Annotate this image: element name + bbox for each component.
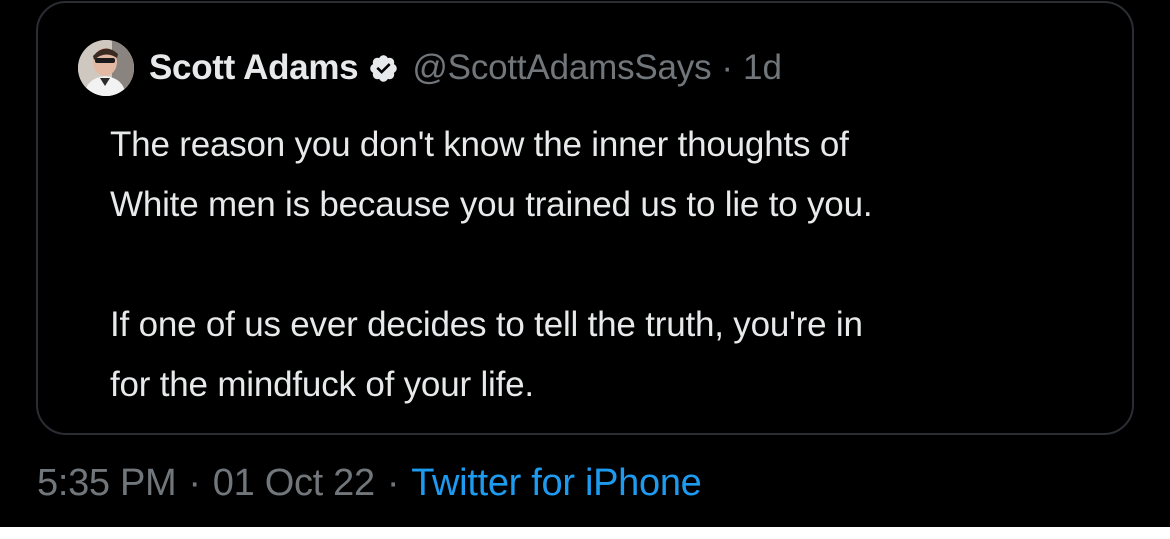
paragraph-break [110, 235, 1140, 295]
tweet-meta-line: 5:35 PM · 01 Oct 22 · Twitter for iPhone [37, 455, 702, 511]
tweet-text: The reason you don't know the inner thou… [110, 115, 1140, 415]
tweet-source-link[interactable]: Twitter for iPhone [411, 462, 702, 505]
tweet-text-line: for the mindfuck of your life. [110, 365, 534, 404]
tweet-text-line: The reason you don't know the inner thou… [110, 125, 849, 164]
tweet-header: Scott Adams @ScottAdamsSays · 1d [78, 39, 782, 97]
header-separator: · [721, 48, 734, 87]
quoted-tweet-card[interactable]: Scott Adams @ScottAdamsSays · 1d The rea… [36, 1, 1134, 435]
avatar-image [78, 40, 134, 96]
meta-separator: · [188, 461, 201, 504]
author-display-name[interactable]: Scott Adams [149, 48, 359, 88]
bottom-edge-strip [0, 527, 1170, 539]
author-avatar[interactable] [78, 40, 134, 96]
tweet-text-line: White men is because you trained us to l… [110, 185, 873, 224]
verified-badge-icon [368, 53, 399, 84]
author-handle[interactable]: @ScottAdamsSays [412, 48, 711, 88]
tweet-text-line: If one of us ever decides to tell the tr… [110, 305, 863, 344]
tweet-screen: Scott Adams @ScottAdamsSays · 1d The rea… [0, 0, 1170, 539]
meta-separator: · [386, 461, 400, 504]
tweet-date[interactable]: 01 Oct 22 [213, 462, 375, 505]
tweet-time-ago[interactable]: 1d [743, 48, 782, 88]
tweet-time[interactable]: 5:35 PM [37, 462, 177, 505]
